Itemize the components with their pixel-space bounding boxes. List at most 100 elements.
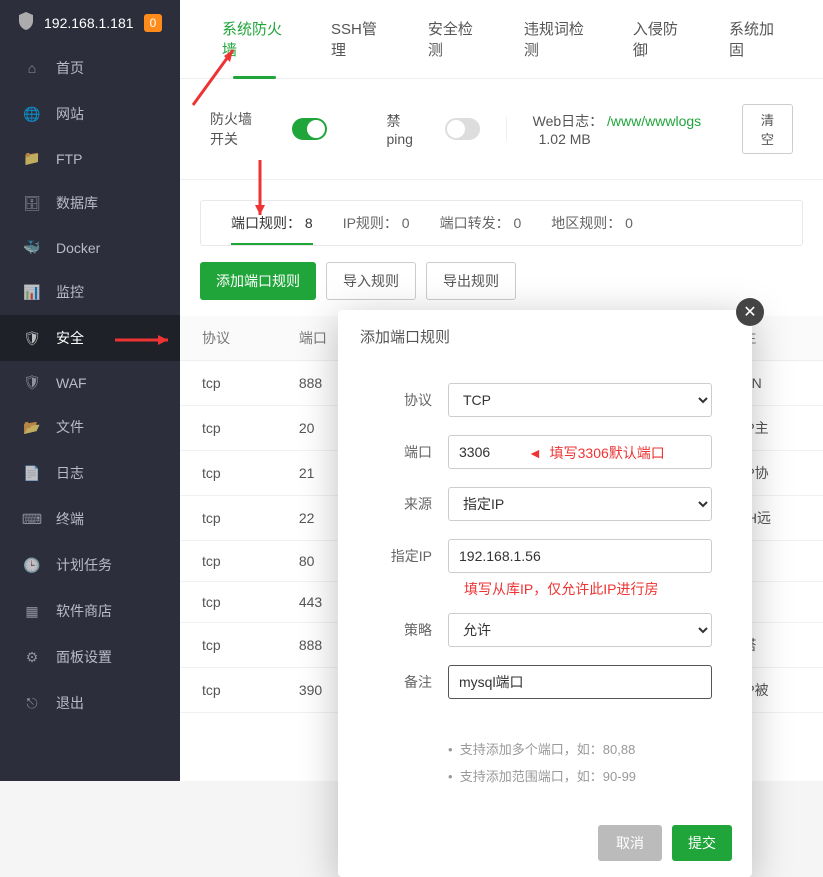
sidebar-item-label: 退出 (56, 693, 84, 713)
sidebar-item-label: 日志 (56, 463, 84, 483)
add-port-rule-button[interactable]: 添加端口规则 (200, 262, 316, 300)
sidebar-item-label: 文件 (56, 417, 84, 437)
protocol-label: 协议 (378, 390, 448, 410)
tab-1[interactable]: SSH管理 (309, 0, 406, 78)
sidebar-item-10[interactable]: ⌨ 终端 (0, 496, 180, 542)
sidebar-item-label: 首页 (56, 58, 84, 78)
nav-icon: ⌨ (22, 511, 42, 528)
cell: tcp (180, 496, 277, 541)
cell: tcp (180, 668, 277, 713)
export-rules-button[interactable]: 导出规则 (426, 262, 516, 300)
note-label: 备注 (378, 672, 448, 692)
sidebar-item-8[interactable]: 📂 文件 (0, 404, 180, 450)
add-port-rule-modal: ✕ 添加端口规则 协议 TCP 端口 ◄ 填写3306默认端口 来源 指定IP … (338, 310, 752, 877)
subtab-3[interactable]: 地区规则： 0 (551, 213, 633, 233)
sidebar-item-label: 监控 (56, 282, 84, 302)
source-select[interactable]: 指定IP (448, 487, 712, 521)
weblog-path-link[interactable]: /www/wwwlogs (607, 113, 701, 129)
toolbar: 防火墙开关 禁ping Web日志： /www/wwwlogs 1.02 MB … (180, 79, 823, 180)
tab-2[interactable]: 安全检测 (406, 0, 502, 78)
protocol-select[interactable]: TCP (448, 383, 712, 417)
ping-label: 禁ping (387, 111, 419, 147)
sidebar-item-12[interactable]: ▦ 软件商店 (0, 588, 180, 634)
import-rules-button[interactable]: 导入规则 (326, 262, 416, 300)
nav-icon: 📄 (22, 465, 42, 482)
nav-icon: 🛡 (22, 330, 42, 347)
ip-input[interactable] (448, 539, 712, 573)
cell: tcp (180, 623, 277, 668)
port-input[interactable] (448, 435, 712, 469)
top-tabs: 系统防火墙SSH管理安全检测违规词检测入侵防御系统加固 (180, 0, 823, 79)
annotation-text: 填写从库IP，仅允许此IP进行房 (464, 579, 712, 599)
nav-icon: 🌐 (22, 106, 42, 123)
nav-icon: 🛡 (22, 374, 42, 391)
weblog-size: 1.02 MB (539, 131, 591, 147)
clear-log-button[interactable]: 清空 (742, 104, 793, 154)
port-label: 端口 (378, 442, 448, 462)
tab-3[interactable]: 违规词检测 (502, 0, 611, 78)
sidebar-item-13[interactable]: ⚙ 面板设置 (0, 634, 180, 680)
hint-text: • 支持添加范围端口，如：90-99 (448, 762, 712, 789)
sidebar-item-label: 软件商店 (56, 601, 112, 621)
nav-icon: 📂 (22, 419, 42, 436)
sidebar-item-11[interactable]: 🕒计划任务 (0, 542, 180, 588)
nav-icon: ⌂ (22, 60, 42, 76)
weblog-label: Web日志： (533, 113, 604, 129)
nav-icon: 📊 (22, 284, 42, 301)
sidebar-item-label: 计划任务 (56, 555, 112, 575)
submit-button[interactable]: 提交 (672, 825, 732, 861)
sidebar-item-0[interactable]: ⌂ 首页 (0, 45, 180, 91)
hint-text: • 支持添加多个端口，如：80,88 (448, 735, 712, 762)
sidebar: 192.168.1.181 0 ⌂ 首页 🌐网站 📁 FTP 🗄 数据库 🐳Docker 📊 监控… (0, 0, 180, 781)
sidebar-item-7[interactable]: 🛡 WAF (0, 361, 180, 404)
sidebar-item-label: FTP (56, 151, 82, 167)
sidebar-item-label: 面板设置 (56, 647, 112, 667)
ip-label: 指定IP (378, 546, 448, 566)
cell: tcp (180, 451, 277, 496)
tab-5[interactable]: 系统加固 (707, 0, 803, 78)
cell: tcp (180, 361, 277, 406)
subtab-1[interactable]: IP规则： 0 (343, 213, 410, 233)
rule-actions: 添加端口规则 导入规则 导出规则 (180, 246, 823, 316)
sidebar-item-14[interactable]: ⎋ 退出 (0, 680, 180, 726)
note-input[interactable] (448, 665, 712, 699)
subtab-2[interactable]: 端口转发： 0 (440, 213, 522, 233)
cell: tcp (180, 541, 277, 582)
sidebar-item-1[interactable]: 🌐网站 (0, 91, 180, 137)
sidebar-item-4[interactable]: 🐳Docker (0, 226, 180, 269)
notification-count[interactable]: 0 (144, 14, 162, 32)
sidebar-item-9[interactable]: 📄 日志 (0, 450, 180, 496)
sidebar-item-label: 终端 (56, 509, 84, 529)
firewall-switch-label: 防火墙开关 (210, 109, 266, 149)
sidebar-item-label: WAF (56, 375, 87, 391)
rule-subtabs: 端口规则： 8 IP规则： 0 端口转发： 0 地区规则： 0 (200, 200, 803, 246)
nav-icon: 🗄 (22, 195, 42, 212)
col-header: 协议 (180, 316, 277, 361)
source-label: 来源 (378, 494, 448, 514)
server-ip: 192.168.1.181 (44, 15, 134, 31)
nav-icon: ⎋ (22, 695, 42, 712)
sidebar-item-label: 安全 (56, 328, 84, 348)
nav-icon: ▦ (22, 603, 42, 620)
ping-toggle[interactable] (445, 118, 480, 140)
nav-icon: ⚙ (22, 649, 42, 666)
sidebar-item-2[interactable]: 📁 FTP (0, 137, 180, 180)
sidebar-header: 192.168.1.181 0 (0, 0, 180, 45)
sidebar-item-3[interactable]: 🗄 数据库 (0, 180, 180, 226)
cell: tcp (180, 406, 277, 451)
tab-0[interactable]: 系统防火墙 (200, 0, 309, 78)
policy-select[interactable]: 允许 (448, 613, 712, 647)
modal-title: 添加端口规则 (338, 310, 752, 363)
sidebar-item-6[interactable]: 🛡 安全 (0, 315, 180, 361)
cancel-button[interactable]: 取消 (598, 825, 662, 861)
sidebar-item-label: Docker (56, 240, 100, 256)
nav-icon: 📁 (22, 150, 42, 167)
close-icon[interactable]: ✕ (736, 298, 764, 326)
sidebar-item-5[interactable]: 📊 监控 (0, 269, 180, 315)
tab-4[interactable]: 入侵防御 (611, 0, 707, 78)
cell: tcp (180, 582, 277, 623)
subtab-0[interactable]: 端口规则： 8 (231, 213, 313, 245)
sidebar-item-label: 数据库 (56, 193, 98, 213)
policy-label: 策略 (378, 620, 448, 640)
firewall-toggle[interactable] (292, 118, 327, 140)
